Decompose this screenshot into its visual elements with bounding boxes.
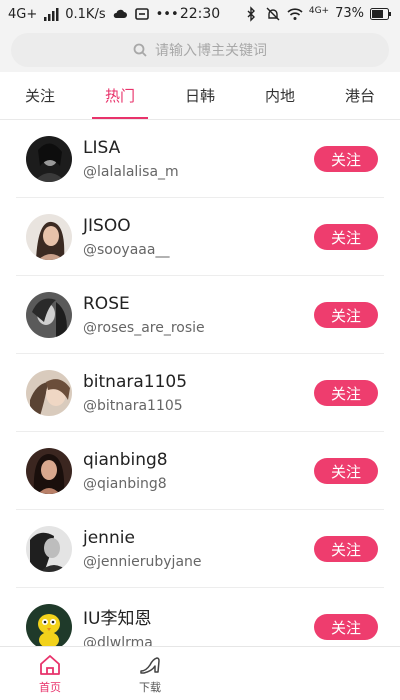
avatar[interactable]	[26, 136, 72, 182]
blogger-handle: @lalalalisa_m	[83, 164, 179, 180]
wifi-icon	[287, 8, 303, 20]
follow-button[interactable]: 关注	[314, 224, 378, 250]
tab-mainland[interactable]: 内地	[240, 72, 320, 119]
blogger-handle: @sooyaaa__	[83, 242, 170, 258]
status-bar: 4G+ 0.1K/s ••• 22:30 4G+ 73%	[0, 0, 400, 28]
follow-button[interactable]: 关注	[314, 614, 378, 640]
cloud-icon	[113, 9, 127, 18]
network-speed: 0.1K/s	[65, 6, 106, 22]
signal-icon	[44, 8, 59, 21]
blogger-name: jennie	[83, 528, 135, 548]
follow-button[interactable]: 关注	[314, 380, 378, 406]
tab-following[interactable]: 关注	[0, 72, 80, 119]
mute-bell-icon	[266, 7, 280, 21]
blogger-handle: @qianbing8	[83, 476, 167, 492]
follow-button[interactable]: 关注	[314, 458, 378, 484]
tab-hk-taiwan[interactable]: 港台	[320, 72, 400, 119]
blogger-name: IU李知恩	[83, 608, 152, 629]
follow-button[interactable]: 关注	[314, 536, 378, 562]
tab-hot[interactable]: 热门	[80, 72, 160, 119]
network-indicator-right: 4G+	[308, 5, 330, 16]
blogger-name: bitnara1105	[83, 372, 188, 392]
bottom-nav: 首页 下载	[0, 646, 400, 700]
avatar[interactable]	[26, 448, 72, 494]
bluetooth-icon	[247, 6, 255, 22]
blogger-name: qianbing8	[83, 450, 168, 470]
list-item[interactable]: qianbing8 @qianbing8 关注	[0, 432, 400, 510]
category-tabs: 关注 热门 日韩 内地 港台	[0, 72, 400, 120]
battery-percent: 73%	[335, 6, 364, 22]
avatar[interactable]	[26, 526, 72, 572]
list-item[interactable]: LISA @lalalalisa_m 关注	[0, 120, 400, 198]
list-item[interactable]: JISOO @sooyaaa__ 关注	[0, 198, 400, 276]
list-item[interactable]: jennie @jennierubyjane 关注	[0, 510, 400, 588]
blogger-name: ROSE	[83, 294, 130, 314]
blogger-name: JISOO	[83, 216, 131, 236]
message-icon	[134, 8, 149, 20]
avatar[interactable]	[26, 292, 72, 338]
blogger-name: LISA	[83, 138, 121, 158]
list-item[interactable]: bitnara1105 @bitnara1105 关注	[0, 354, 400, 432]
blogger-handle: @jennierubyjane	[83, 554, 202, 570]
blogger-handle: @dlwlrma	[83, 634, 153, 647]
nav-home-label: 首页	[39, 680, 61, 694]
search-input[interactable]: 请输入博主关键词	[11, 33, 389, 67]
battery-icon	[370, 7, 391, 20]
avatar[interactable]	[26, 604, 72, 646]
nav-download-label: 下载	[139, 680, 161, 694]
tab-japan-korea[interactable]: 日韩	[160, 72, 240, 119]
list-item[interactable]: IU李知恩 @dlwlrma 关注	[0, 588, 400, 646]
blogger-handle: @bitnara1105	[83, 398, 183, 414]
blogger-list: LISA @lalalalisa_m 关注 JISOO @sooyaaa__ 关…	[0, 120, 400, 646]
status-right: 4G+ 73%	[243, 6, 392, 22]
follow-button[interactable]: 关注	[314, 302, 378, 328]
more-notifications: •••	[155, 6, 179, 22]
home-icon	[40, 654, 60, 675]
search-bar: 请输入博主关键词	[0, 28, 400, 72]
follow-button[interactable]: 关注	[314, 146, 378, 172]
status-left: 4G+ 0.1K/s •••	[8, 6, 179, 22]
blogger-handle: @roses_are_rosie	[83, 320, 205, 336]
network-indicator: 4G+	[8, 6, 38, 22]
avatar[interactable]	[26, 370, 72, 416]
list-item[interactable]: ROSE @roses_are_rosie 关注	[0, 276, 400, 354]
search-placeholder: 请输入博主关键词	[155, 43, 267, 59]
avatar[interactable]	[26, 214, 72, 260]
nav-download[interactable]: 下载	[100, 647, 200, 700]
high-heel-icon	[140, 656, 160, 674]
search-icon	[133, 43, 147, 57]
nav-home[interactable]: 首页	[0, 647, 100, 700]
